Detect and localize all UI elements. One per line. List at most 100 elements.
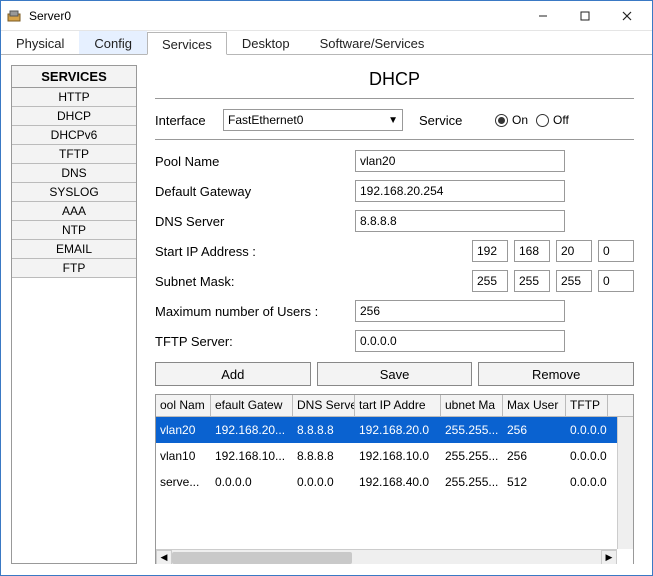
tab-physical[interactable]: Physical (1, 31, 79, 54)
start-ip-oct2[interactable] (514, 240, 550, 262)
sidebar: SERVICES HTTP DHCP DHCPv6 TFTP DNS SYSLO… (11, 65, 137, 564)
table-cell: 192.168.10.0 (355, 445, 441, 467)
divider (155, 98, 634, 99)
window-controls (522, 1, 648, 30)
interface-value: FastEthernet0 (228, 113, 303, 127)
maximize-button[interactable] (564, 1, 606, 30)
th-max[interactable]: Max User (503, 395, 566, 416)
button-row: Add Save Remove (155, 362, 634, 386)
sidebar-item-ftp[interactable]: FTP (12, 259, 136, 278)
close-button[interactable] (606, 1, 648, 30)
tab-desktop[interactable]: Desktop (227, 31, 305, 54)
scroll-thumb[interactable] (172, 552, 352, 564)
on-label: On (512, 113, 528, 127)
table-cell: 192.168.20... (211, 419, 293, 441)
tftp-label: TFTP Server: (155, 334, 355, 349)
table-cell: serve... (156, 471, 211, 493)
table-cell: vlan10 (156, 445, 211, 467)
table-cell: 0.0.0.0 (211, 471, 293, 493)
sidebar-item-dns[interactable]: DNS (12, 164, 136, 183)
th-mask[interactable]: ubnet Ma (441, 395, 503, 416)
horizontal-scrollbar[interactable]: ◀ ▶ (156, 549, 617, 564)
service-off-radio[interactable]: Off (536, 113, 569, 127)
table-cell: 192.168.10... (211, 445, 293, 467)
dns-input[interactable] (355, 210, 565, 232)
sidebar-item-email[interactable]: EMAIL (12, 240, 136, 259)
table-cell: 0.0.0.0 (566, 471, 608, 493)
tftp-input[interactable] (355, 330, 565, 352)
th-tftp[interactable]: TFTP (566, 395, 608, 416)
subnet-oct4[interactable] (598, 270, 634, 292)
minimize-button[interactable] (522, 1, 564, 30)
tab-software-services[interactable]: Software/Services (305, 31, 440, 54)
sidebar-item-dhcpv6[interactable]: DHCPv6 (12, 126, 136, 145)
table-cell: 256 (503, 419, 566, 441)
gateway-input[interactable] (355, 180, 565, 202)
table-cell: 8.8.8.8 (293, 445, 355, 467)
sidebar-item-http[interactable]: HTTP (12, 88, 136, 107)
save-button[interactable]: Save (317, 362, 473, 386)
pools-table: ool Nam efault Gatew DNS Serve tart IP A… (155, 394, 634, 564)
start-ip-oct4[interactable] (598, 240, 634, 262)
window: Server0 Physical Config Services Desktop… (0, 0, 653, 576)
interface-row: Interface FastEthernet0 ▼ Service On Off (155, 109, 634, 131)
table-cell: 256 (503, 445, 566, 467)
window-title: Server0 (29, 9, 522, 23)
scroll-right-icon[interactable]: ▶ (601, 550, 617, 565)
th-dns[interactable]: DNS Serve (293, 395, 355, 416)
table-cell: 192.168.20.0 (355, 419, 441, 441)
divider (155, 139, 634, 140)
app-icon (5, 7, 23, 25)
start-ip-label: Start IP Address : (155, 244, 355, 259)
table-cell: 512 (503, 471, 566, 493)
table-cell: 255.255... (441, 471, 503, 493)
interface-select[interactable]: FastEthernet0 ▼ (223, 109, 403, 131)
table-row[interactable]: vlan20192.168.20...8.8.8.8192.168.20.025… (156, 417, 633, 443)
table-cell: 0.0.0.0 (566, 445, 608, 467)
th-gateway[interactable]: efault Gatew (211, 395, 293, 416)
table-cell: 0.0.0.0 (566, 419, 608, 441)
sidebar-header: SERVICES (12, 66, 136, 88)
subnet-oct2[interactable] (514, 270, 550, 292)
table-cell: 255.255... (441, 445, 503, 467)
subnet-oct1[interactable] (472, 270, 508, 292)
pool-name-input[interactable] (355, 150, 565, 172)
main-panel: DHCP Interface FastEthernet0 ▼ Service O… (137, 65, 642, 564)
tab-services[interactable]: Services (147, 32, 227, 55)
start-ip-oct1[interactable] (472, 240, 508, 262)
vertical-scrollbar[interactable] (617, 417, 633, 549)
table-row[interactable]: vlan10192.168.10...8.8.8.8192.168.10.025… (156, 443, 633, 469)
subnet-label: Subnet Mask: (155, 274, 355, 289)
service-label: Service (419, 113, 487, 128)
table-cell: 192.168.40.0 (355, 471, 441, 493)
sidebar-item-syslog[interactable]: SYSLOG (12, 183, 136, 202)
th-pool[interactable]: ool Nam (156, 395, 211, 416)
interface-label: Interface (155, 113, 223, 128)
panel-title: DHCP (155, 65, 634, 98)
start-ip-oct3[interactable] (556, 240, 592, 262)
table-row[interactable]: serve...0.0.0.00.0.0.0192.168.40.0255.25… (156, 469, 633, 495)
tabbar: Physical Config Services Desktop Softwar… (1, 31, 652, 55)
off-label: Off (553, 113, 569, 127)
max-users-input[interactable] (355, 300, 565, 322)
subnet-oct3[interactable] (556, 270, 592, 292)
sidebar-item-dhcp[interactable]: DHCP (12, 107, 136, 126)
table-header: ool Nam efault Gatew DNS Serve tart IP A… (156, 395, 633, 417)
table-cell: 0.0.0.0 (293, 471, 355, 493)
th-start[interactable]: tart IP Addre (355, 395, 441, 416)
scroll-left-icon[interactable]: ◀ (156, 550, 172, 565)
gateway-label: Default Gateway (155, 184, 355, 199)
table-cell: vlan20 (156, 419, 211, 441)
service-on-radio[interactable]: On (495, 113, 528, 127)
pool-name-label: Pool Name (155, 154, 355, 169)
max-users-label: Maximum number of Users : (155, 304, 355, 319)
sidebar-item-ntp[interactable]: NTP (12, 221, 136, 240)
sidebar-item-tftp[interactable]: TFTP (12, 145, 136, 164)
service-group: Service On Off (419, 113, 569, 128)
sidebar-item-aaa[interactable]: AAA (12, 202, 136, 221)
add-button[interactable]: Add (155, 362, 311, 386)
tab-config[interactable]: Config (79, 31, 147, 54)
titlebar: Server0 (1, 1, 652, 31)
table-cell: 255.255... (441, 419, 503, 441)
remove-button[interactable]: Remove (478, 362, 634, 386)
